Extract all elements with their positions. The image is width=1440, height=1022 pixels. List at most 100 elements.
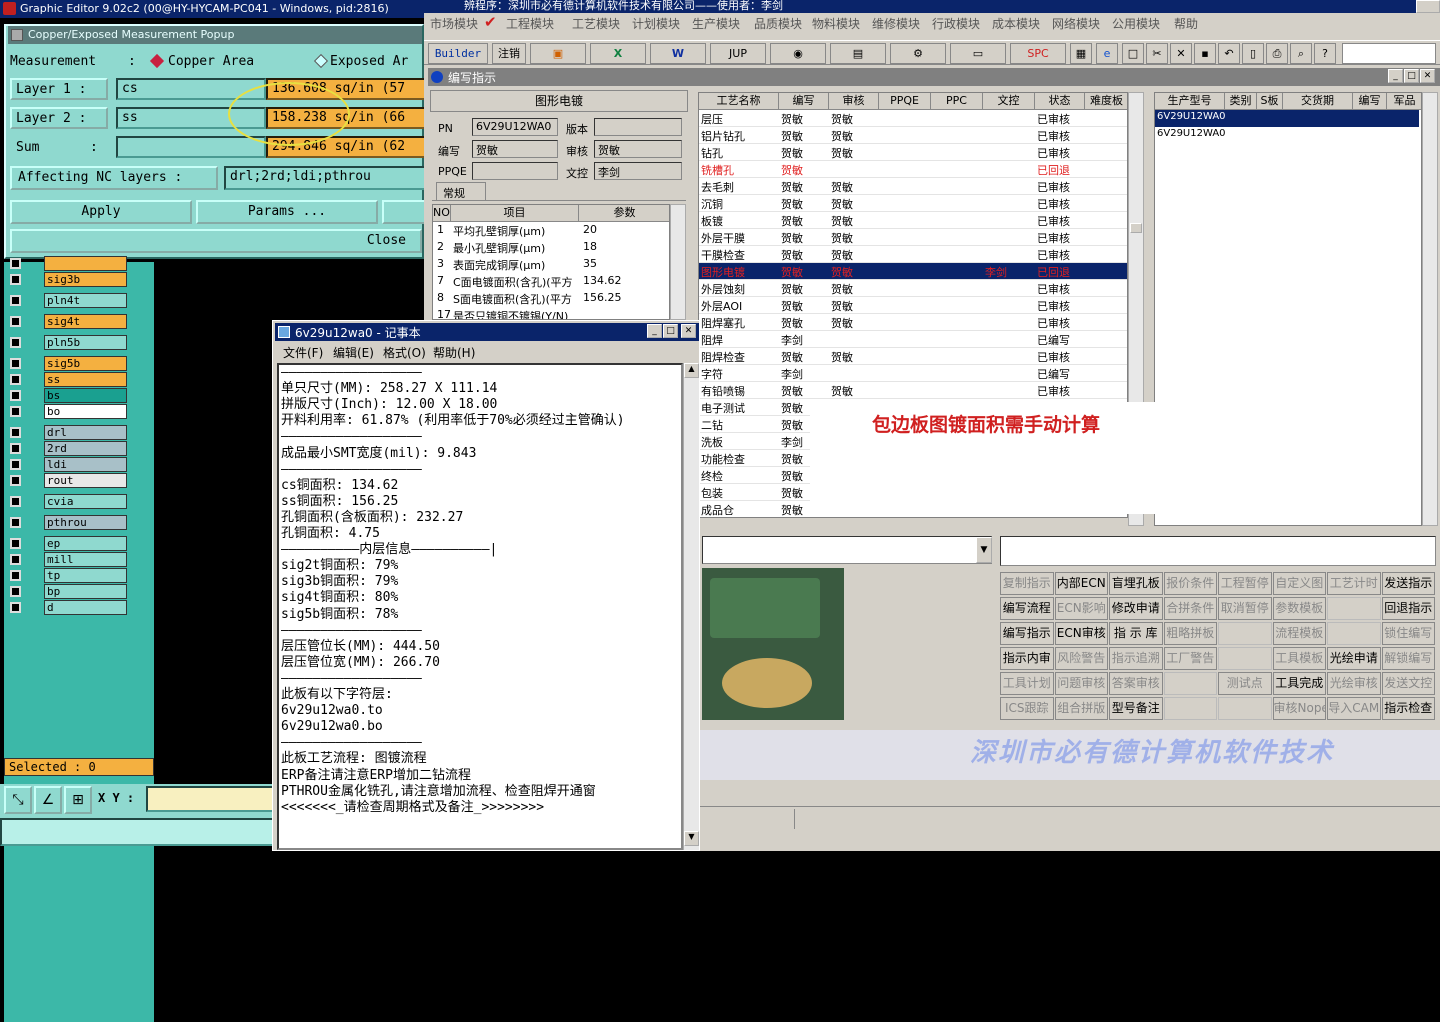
action-button[interactable]: 工厂警告 bbox=[1163, 647, 1217, 670]
layer-row[interactable]: sig5b bbox=[8, 356, 127, 371]
action-button[interactable]: 风险警告 bbox=[1054, 647, 1108, 670]
layer-visibility-checkbox[interactable] bbox=[10, 554, 21, 565]
calc-icon[interactable]: ▦ bbox=[1070, 43, 1092, 64]
notepad-minimize-icon[interactable]: _ bbox=[647, 324, 662, 338]
model-grid-header[interactable]: 军品 bbox=[1387, 93, 1421, 110]
tab-general[interactable]: 常规 bbox=[436, 182, 486, 200]
notepad-scrollbar[interactable]: ▲ ▼ bbox=[683, 363, 699, 850]
action-button[interactable]: 编写流程 bbox=[1000, 597, 1054, 620]
param-grid-header[interactable]: NO bbox=[433, 205, 451, 222]
layer-row[interactable]: cvia bbox=[8, 494, 127, 509]
action-button[interactable] bbox=[1327, 597, 1381, 620]
zoom-fit-icon[interactable]: ⤡ bbox=[4, 786, 32, 814]
action-button[interactable]: 工具模板 bbox=[1272, 647, 1326, 670]
ie-icon[interactable]: e bbox=[1096, 43, 1118, 64]
param-grid-header[interactable]: 项目 bbox=[451, 205, 579, 222]
process-row[interactable]: 外层干膜 贺敏 贺敏 已审核 bbox=[699, 229, 1127, 246]
minimize-icon[interactable]: _ bbox=[1388, 69, 1403, 83]
notepad-titlebar[interactable]: 6v29u12wa0 - 记事本 _ □ ✕ bbox=[275, 323, 699, 341]
action-button[interactable]: 流程模板 bbox=[1272, 622, 1326, 645]
menu-13[interactable]: 帮助 bbox=[1174, 15, 1198, 32]
eye-icon[interactable]: ◉ bbox=[770, 43, 826, 64]
layer-visibility-checkbox[interactable] bbox=[10, 316, 21, 327]
notepad-menu-item[interactable]: 格式(O) bbox=[383, 344, 426, 361]
action-button[interactable]: 指示检查 bbox=[1381, 697, 1435, 720]
menu-12[interactable]: 公用模块 bbox=[1112, 15, 1160, 32]
process-row[interactable]: 去毛刺 贺敏 贺敏 已审核 bbox=[699, 178, 1127, 195]
writer-input[interactable]: 贺敏 bbox=[472, 140, 558, 158]
layer-visibility-checkbox[interactable] bbox=[10, 274, 21, 285]
menu-9[interactable]: 行政模块 bbox=[932, 15, 980, 32]
close-button[interactable]: Close bbox=[10, 229, 422, 253]
notepad-close-icon[interactable]: ✕ bbox=[681, 324, 696, 338]
xy-input[interactable] bbox=[146, 786, 276, 812]
action-button[interactable]: 粗略拼板 bbox=[1163, 622, 1217, 645]
layer-visibility-checkbox[interactable] bbox=[10, 459, 21, 470]
layer-visibility-checkbox[interactable] bbox=[10, 475, 21, 486]
model-grid-header[interactable]: S板 bbox=[1257, 93, 1283, 110]
action-button[interactable]: 指示内审 bbox=[1000, 647, 1054, 670]
layer-row[interactable]: pthrou bbox=[8, 515, 127, 530]
action-button[interactable]: ECN审核 bbox=[1054, 622, 1108, 645]
ppqe-input[interactable] bbox=[472, 162, 558, 180]
process-grid-header[interactable]: PPC bbox=[931, 93, 983, 110]
notepad-menu-item[interactable]: 文件(F) bbox=[283, 344, 323, 361]
action-button[interactable]: 发送指示 bbox=[1381, 572, 1435, 595]
process-row[interactable]: 板镀 贺敏 贺敏 已审核 bbox=[699, 212, 1127, 229]
layer-row[interactable] bbox=[8, 256, 127, 271]
process-grid-header[interactable]: 审核 bbox=[829, 93, 879, 110]
copper-radio-icon[interactable] bbox=[149, 53, 165, 69]
action-button[interactable]: 组合拼版 bbox=[1054, 697, 1108, 720]
action-button[interactable]: 锁住编写 bbox=[1381, 622, 1435, 645]
action-button[interactable]: 解锁编写 bbox=[1381, 647, 1435, 670]
process-row[interactable]: 阻焊 李剑 已编写 bbox=[699, 331, 1127, 348]
action-button[interactable]: 测试点 bbox=[1218, 672, 1272, 695]
layer-name[interactable]: sig3b bbox=[44, 272, 127, 287]
action-button[interactable]: 指 示 库 bbox=[1109, 622, 1163, 645]
process-row[interactable]: 有铅喷锡 贺敏 贺敏 已审核 bbox=[699, 382, 1127, 399]
help-icon[interactable]: ? bbox=[1314, 43, 1336, 64]
layer-row[interactable]: bp bbox=[8, 584, 127, 599]
jup-button[interactable]: JUP bbox=[710, 43, 766, 64]
notepad-text-area[interactable]: —————————————————— 单只尺寸(MM): 258.27 X 111… bbox=[277, 363, 683, 850]
cut-icon[interactable]: ✂ bbox=[1146, 43, 1168, 64]
action-button[interactable]: 问题审核 bbox=[1054, 672, 1108, 695]
action-button[interactable] bbox=[1218, 697, 1272, 720]
layer-row[interactable]: tp bbox=[8, 568, 127, 583]
layer-name[interactable]: bs bbox=[44, 388, 127, 403]
action-button[interactable]: 工艺计时 bbox=[1327, 572, 1381, 595]
process-row[interactable]: 阻焊塞孔 贺敏 贺敏 已审核 bbox=[699, 314, 1127, 331]
action-button[interactable]: 光绘审核 bbox=[1327, 672, 1381, 695]
layer-visibility-checkbox[interactable] bbox=[10, 602, 21, 613]
model-grid-header[interactable]: 生产型号 bbox=[1155, 93, 1225, 110]
action-button[interactable] bbox=[1218, 622, 1272, 645]
action-button[interactable]: 编写指示 bbox=[1000, 622, 1054, 645]
bottom-combo[interactable] bbox=[702, 536, 992, 564]
exposed-area-option[interactable]: Exposed Ar bbox=[330, 54, 408, 69]
process-row[interactable]: 层压 贺敏 贺敏 已审核 bbox=[699, 110, 1127, 127]
layer-visibility-checkbox[interactable] bbox=[10, 390, 21, 401]
param-row[interactable]: 1 平均孔壁铜厚(μm) 20 bbox=[433, 222, 669, 239]
preview-icon[interactable]: ▯ bbox=[1242, 43, 1264, 64]
bottom-combo-arrow-icon[interactable]: ▼ bbox=[976, 537, 992, 563]
print-icon[interactable]: ⎙ bbox=[1266, 43, 1288, 64]
param-row[interactable]: 2 最小孔壁铜厚(μm) 18 bbox=[433, 239, 669, 256]
measure-icon[interactable]: ∠ bbox=[34, 786, 62, 814]
layer-name[interactable]: mill bbox=[44, 552, 127, 567]
notepad-maximize-icon[interactable]: □ bbox=[663, 324, 678, 338]
layer-name[interactable]: sig5b bbox=[44, 356, 127, 371]
action-button[interactable]: 修改申请 bbox=[1109, 597, 1163, 620]
spc-button[interactable]: SPC bbox=[1010, 43, 1066, 64]
save-icon[interactable]: ▪ bbox=[1194, 43, 1216, 64]
process-row[interactable]: 阻焊检查 贺敏 贺敏 已审核 bbox=[699, 348, 1127, 365]
computer-icon[interactable]: ▭ bbox=[950, 43, 1006, 64]
process-grid-header[interactable]: 状态 bbox=[1035, 93, 1085, 110]
process-row[interactable]: 外层AOI 贺敏 贺敏 已审核 bbox=[699, 297, 1127, 314]
action-button[interactable]: 导入CAM bbox=[1327, 697, 1381, 720]
layer-name[interactable]: bo bbox=[44, 404, 127, 419]
layer-row[interactable]: d bbox=[8, 600, 127, 615]
layer-row[interactable]: bo bbox=[8, 404, 127, 419]
layer-row[interactable]: mill bbox=[8, 552, 127, 567]
action-button[interactable] bbox=[1163, 672, 1217, 695]
params-button[interactable]: Params ... bbox=[196, 200, 378, 224]
